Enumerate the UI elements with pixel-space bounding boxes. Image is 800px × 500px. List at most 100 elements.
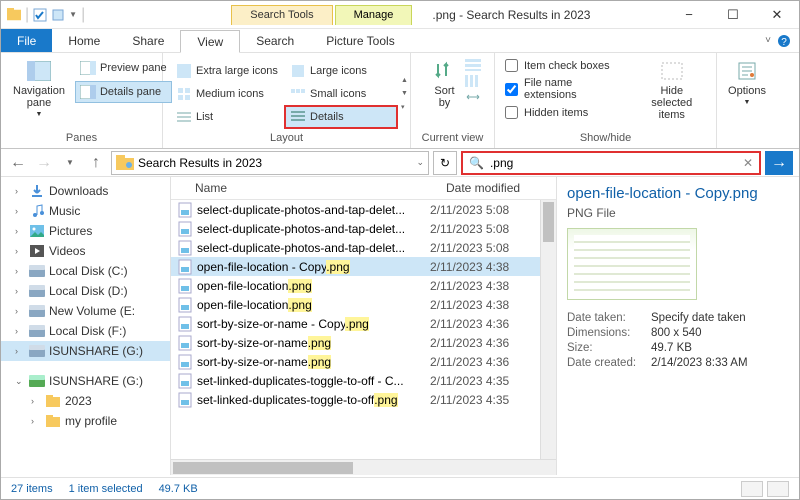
name-column[interactable]: Name [171,181,446,195]
medium-icons-button[interactable]: Medium icons [171,83,283,105]
list-button[interactable]: List [171,106,283,128]
item-checkboxes-toggle[interactable]: Item check boxes [501,57,628,74]
breadcrumb[interactable]: Search Results in 2023 ⌄ [111,151,429,175]
details-view-button[interactable]: Details [285,106,397,128]
tree-item[interactable]: ›Local Disk (D:) [1,281,170,301]
tree-item[interactable]: ›ISUNSHARE (G:) [1,341,170,361]
file-row[interactable]: open-file-location.png2/11/2023 4:38 [171,295,540,314]
size-columns-icon[interactable] [465,91,481,103]
tree-label: New Volume (E: [49,304,135,318]
help-icon[interactable]: ? [777,34,791,48]
picture-tools-tab[interactable]: Picture Tools [310,29,410,52]
file-extensions-toggle[interactable]: File name extensions [501,75,628,103]
navigation-tree[interactable]: ›Downloads›Music›Pictures›Videos›Local D… [1,177,171,475]
ribbon-tabs: File Home Share View Search Picture Tool… [1,29,799,53]
tree-item[interactable]: ›my profile [1,411,170,431]
file-date: 2/11/2023 4:35 [430,393,540,407]
sort-by-button[interactable]: Sort by [425,57,465,111]
details-pane-button[interactable]: Details pane [75,81,172,103]
tree-item[interactable]: ›New Volume (E: [1,301,170,321]
file-row[interactable]: select-duplicate-photos-and-tap-delet...… [171,238,540,257]
details-pane-icon [80,84,96,100]
search-box[interactable]: 🔍 .png ✕ [461,151,761,175]
horizontal-scrollbar[interactable] [171,459,556,475]
file-row[interactable]: open-file-location - Copy.png2/11/2023 4… [171,257,540,276]
scroll-up-icon[interactable]: ▲ [401,77,408,84]
file-row[interactable]: sort-by-size-or-name.png2/11/2023 4:36 [171,352,540,371]
group-by-icon[interactable] [465,59,481,71]
vertical-scrollbar[interactable] [540,200,556,459]
file-date: 2/11/2023 4:38 [430,279,540,293]
tree-item[interactable]: ›Downloads [1,181,170,201]
hidden-items-toggle[interactable]: Hidden items [501,104,628,121]
checkbox-icon[interactable] [33,8,47,22]
hide-selected-button[interactable]: Hide selected items [634,57,710,123]
extra-large-icons-button[interactable]: Extra large icons [171,60,283,82]
column-headers[interactable]: Name Date modified [171,177,556,200]
search-go-button[interactable]: → [765,151,793,175]
back-button[interactable]: ← [7,152,29,174]
tree-item[interactable]: ›Local Disk (C:) [1,261,170,281]
close-button[interactable]: ✕ [755,1,799,29]
add-columns-icon[interactable] [465,75,481,87]
small-icons-button[interactable]: Small icons [285,83,397,105]
hide-icon [658,59,686,83]
expand-icon[interactable]: ▾ [401,103,408,111]
share-tab[interactable]: Share [116,29,180,52]
maximize-button[interactable]: ☐ [711,1,755,29]
large-icons-button[interactable]: Large icons [285,60,397,82]
date-column[interactable]: Date modified [446,181,556,195]
options-button[interactable]: Options ▼ [722,57,772,109]
file-icon [177,278,193,294]
size-label: Size: [567,342,651,354]
recent-dropdown[interactable]: ▼ [59,152,81,174]
tree-label: ISUNSHARE (G:) [49,344,143,358]
file-tab[interactable]: File [1,29,52,52]
drive-icon [29,343,45,359]
file-row[interactable]: open-file-location.png2/11/2023 4:38 [171,276,540,295]
file-icon [177,221,193,237]
file-name: sort-by-size-or-name - Copy.png [197,317,430,331]
search-tab[interactable]: Search [240,29,310,52]
path-dropdown-icon[interactable]: ⌄ [416,157,424,168]
forward-button[interactable]: → [33,152,55,174]
file-row[interactable]: sort-by-size-or-name - Copy.png2/11/2023… [171,314,540,333]
manage-tab[interactable]: Manage [335,5,413,25]
file-date: 2/11/2023 4:36 [430,336,540,350]
dropdown-icon: ▼ [744,99,751,107]
options-icon [733,59,761,83]
file-row[interactable]: select-duplicate-photos-and-tap-delet...… [171,200,540,219]
preview-pane-button[interactable]: Preview pane [75,57,172,79]
tree-item[interactable]: ›Pictures [1,221,170,241]
file-row[interactable]: select-duplicate-photos-and-tap-delet...… [171,219,540,238]
tree-item[interactable]: ›Local Disk (F:) [1,321,170,341]
search-tools-tab[interactable]: Search Tools [231,5,332,25]
date-taken-value[interactable]: Specify date taken [651,312,789,324]
qat-dropdown[interactable]: ▼ [69,10,77,19]
svg-text:?: ? [781,37,787,48]
file-row[interactable]: set-linked-duplicates-toggle-to-off - C.… [171,371,540,390]
file-icon [177,373,193,389]
up-button[interactable]: ↑ [85,152,107,174]
file-icon [177,202,193,218]
home-tab[interactable]: Home [52,29,116,52]
tree-item[interactable]: ›Videos [1,241,170,261]
file-row[interactable]: sort-by-size-or-name.png2/11/2023 4:36 [171,333,540,352]
thumbnails-view-icon[interactable] [767,481,789,497]
tree-item[interactable]: ›2023 [1,391,170,411]
file-date: 2/11/2023 5:08 [430,222,540,236]
tree-item[interactable]: ⌄ISUNSHARE (G:) [1,371,170,391]
preview-title: open-file-location - Copy.png [567,185,789,202]
qat-item[interactable] [51,8,65,22]
minimize-button[interactable]: − [667,1,711,29]
collapse-ribbon-icon[interactable]: ˅ [765,35,771,46]
clear-search-icon[interactable]: ✕ [743,156,753,170]
scroll-down-icon[interactable]: ▼ [401,90,408,97]
details-view-icon[interactable] [741,481,763,497]
tree-item[interactable]: ›Music [1,201,170,221]
navigation-pane-button[interactable]: Navigation pane ▼ [7,57,71,121]
refresh-button[interactable]: ↻ [433,151,457,175]
search-query: .png [490,156,513,170]
view-tab[interactable]: View [180,30,240,53]
file-row[interactable]: set-linked-duplicates-toggle-to-off.png2… [171,390,540,409]
